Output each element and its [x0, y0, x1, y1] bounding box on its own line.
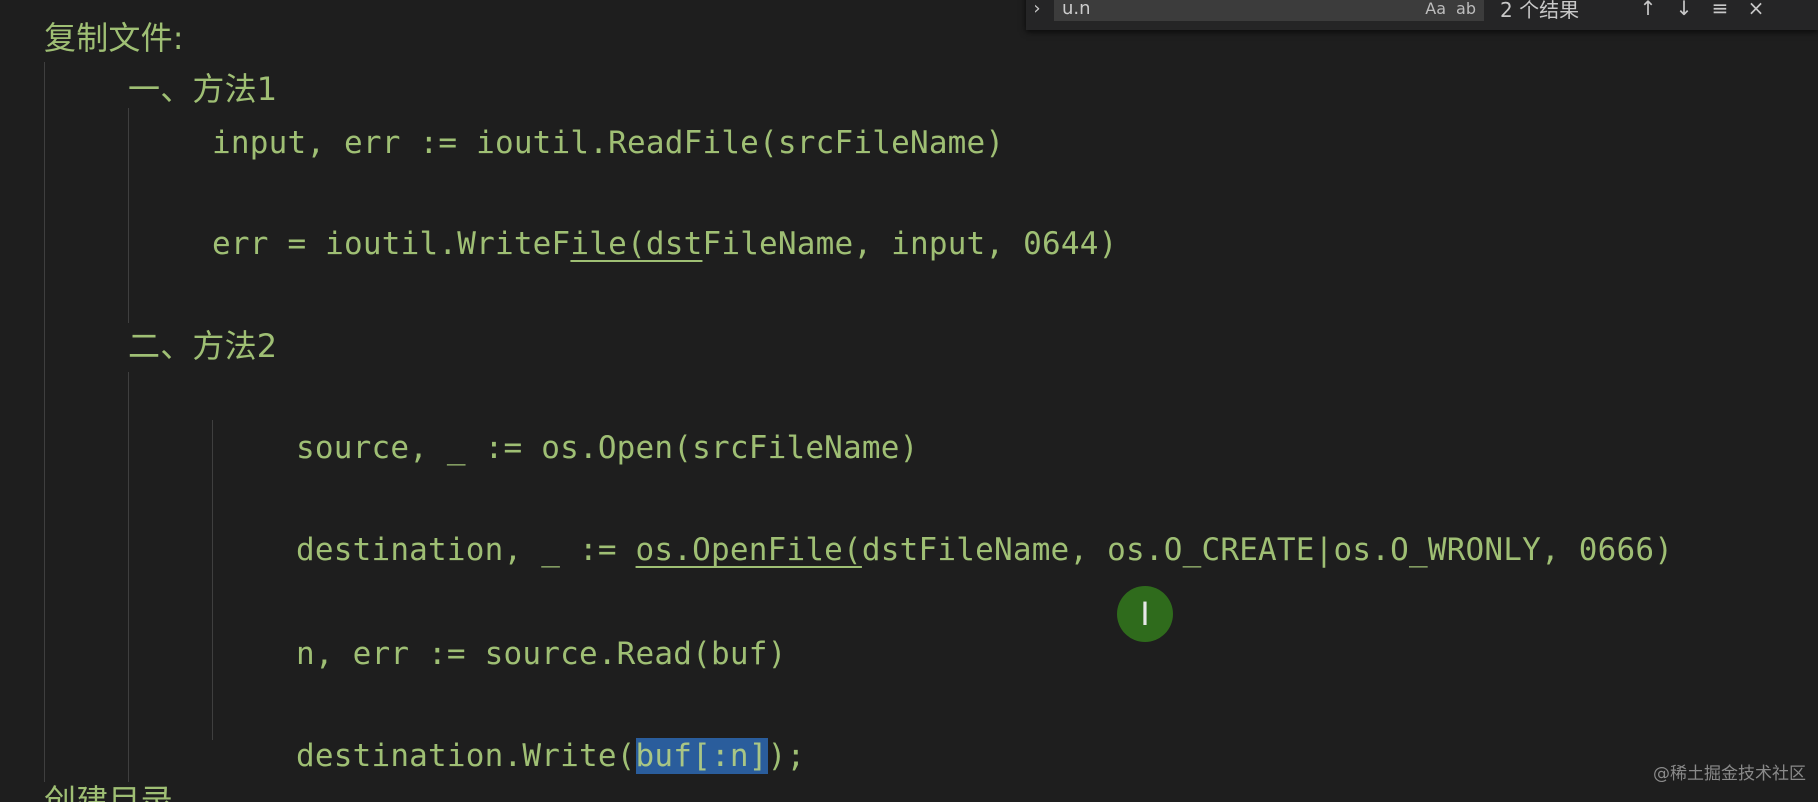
indent-guide — [128, 372, 129, 782]
watermark: @稀土掘金技术社区 — [1653, 764, 1806, 784]
code-line: input, err := ioutil.ReadFile(srcFileNam… — [212, 125, 1005, 161]
code-line: destination.Write(buf[:n]); — [296, 738, 806, 774]
mouse-cursor-icon: I — [1117, 586, 1173, 642]
code-line: err = ioutil.WriteFile(dstFileName, inpu… — [212, 229, 1117, 260]
find-result-count: 2 个结果 — [1500, 0, 1580, 22]
indent-guide — [128, 108, 129, 323]
editor[interactable]: 复制文件: 一、方法1 input, err := ioutil.ReadFil… — [0, 0, 1818, 802]
find-in-selection-icon[interactable]: ≡ — [1702, 0, 1738, 20]
match-word-button[interactable]: ab — [1456, 0, 1476, 18]
underlined-token: os.OpenFile( — [635, 532, 862, 568]
code-text: ); — [767, 738, 806, 774]
text-cursor-glyph: I — [1140, 595, 1150, 633]
next-section-heading: 创建目录 — [44, 782, 173, 802]
find-input[interactable]: u.n Aa ab — [1054, 0, 1484, 21]
indent-guide — [212, 420, 213, 740]
code-text: destination, _ := — [296, 532, 636, 568]
code-text: dstFileName, os.O_CREATE|os.O_WRONLY, 06… — [861, 532, 1674, 568]
underlined-token: ile(dst — [570, 226, 703, 262]
match-case-button[interactable]: Aa — [1425, 0, 1446, 18]
close-icon[interactable]: × — [1738, 0, 1774, 20]
code-text: err = ioutil.WriteF — [212, 226, 571, 262]
code-line: destination, _ := os.OpenFile(dstFileNam… — [296, 535, 1673, 566]
method1-heading: 一、方法1 — [128, 70, 278, 108]
indent-guide — [44, 62, 45, 782]
toggle-replace-icon[interactable]: › — [1026, 0, 1048, 19]
selected-text[interactable]: buf[:n] — [635, 738, 768, 774]
previous-match-icon[interactable]: ↑ — [1630, 0, 1666, 20]
find-widget: › u.n Aa ab 2 个结果 ↑ ↓ ≡ × — [1026, 0, 1818, 30]
code-line: n, err := source.Read(buf) — [296, 636, 787, 672]
section-heading: 复制文件: — [44, 19, 184, 57]
code-line: source, _ := os.Open(srcFileName) — [296, 430, 919, 466]
code-text: destination.Write( — [296, 738, 636, 774]
code-text: FileName, input, 0644) — [702, 226, 1118, 262]
method2-heading: 二、方法2 — [128, 327, 278, 365]
find-query[interactable]: u.n — [1062, 0, 1415, 19]
next-match-icon[interactable]: ↓ — [1666, 0, 1702, 20]
